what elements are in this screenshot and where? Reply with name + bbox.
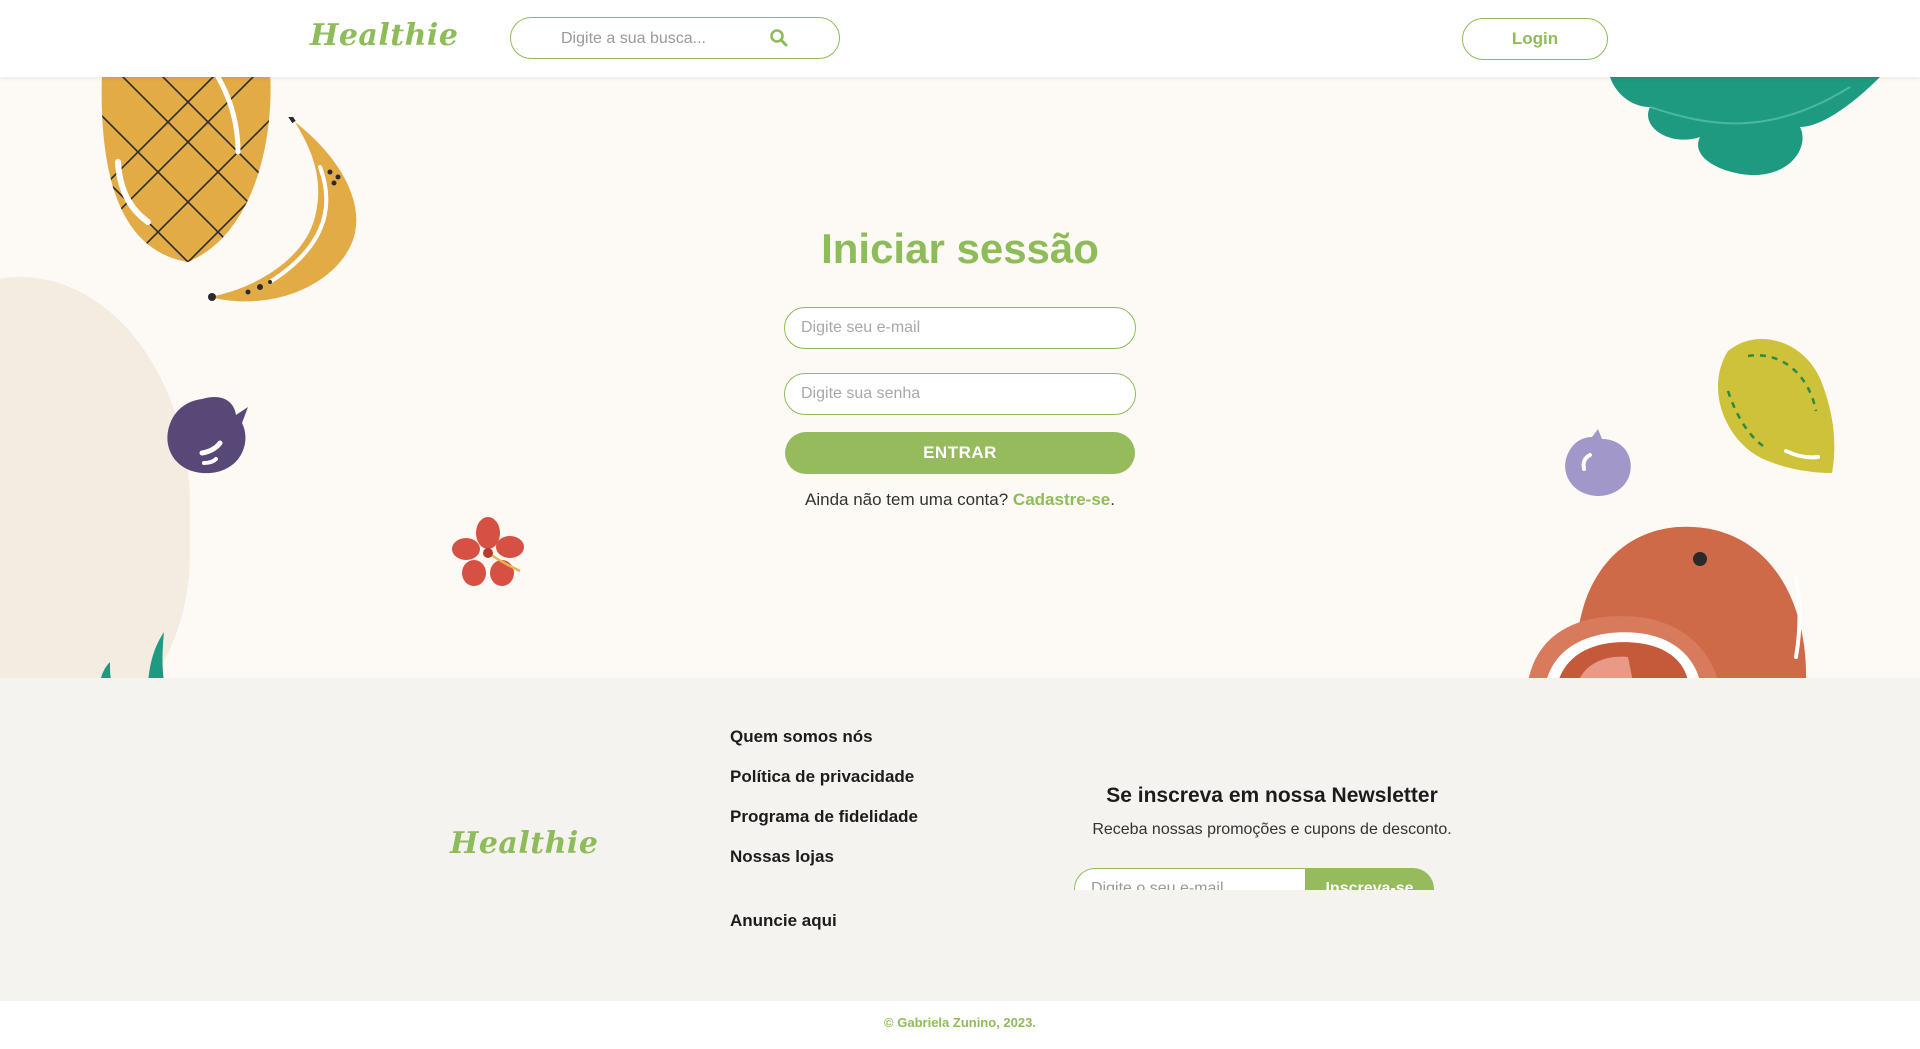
footer-link-privacy[interactable]: Política de privacidade [730,767,914,787]
banana-illustration [208,117,357,302]
grapefruit-illustration [1528,526,1806,678]
footer-link-loyalty[interactable]: Programa de fidelidade [730,807,918,827]
newsletter-email-field[interactable] [1074,868,1310,890]
footer-logo[interactable]: Healthie [450,826,598,861]
signup-suffix: . [1110,490,1115,509]
footer-link-about[interactable]: Quem somos nós [730,727,873,747]
plum-illustration [1565,429,1631,497]
site-header: Healthie Login [0,0,1920,77]
login-title: Iniciar sessão [821,225,1099,272]
footer-link-stores[interactable]: Nossas lojas [730,847,834,867]
newsletter-title: Se inscreva em nossa Newsletter [1106,784,1438,807]
signup-prompt: Ainda não tem uma conta? Cadastre-se. [700,490,1220,510]
newsletter-form: Inscreva-se [1074,868,1434,890]
login-section: Iniciar sessão ENTRAR Ainda não tem uma … [0,77,1920,678]
flower-illustration [452,517,524,586]
lemon-illustration [1717,338,1835,473]
blueberry-illustration [167,396,248,474]
email-field[interactable] [784,307,1136,349]
search-icon[interactable] [769,28,789,48]
header-logo[interactable]: Healthie [310,18,458,53]
leaf-illustration [1610,77,1880,176]
search-bar [510,17,840,59]
footer-link-advertise[interactable]: Anuncie aqui [730,911,837,931]
no-account-text: Ainda não tem uma conta? [805,490,1009,509]
newsletter-subscribe-button[interactable]: Inscreva-se [1305,868,1434,890]
grass-illustration [100,632,164,678]
enter-button[interactable]: ENTRAR [785,432,1135,474]
search-input[interactable] [559,27,763,51]
copyright-text: © Gabriela Zunino, 2023. [884,1015,1036,1030]
newsletter-subtitle: Receba nossas promoções e cupons de desc… [1092,821,1452,838]
site-footer: Healthie Quem somos nós Política de priv… [0,678,1920,1001]
password-field[interactable] [784,373,1136,415]
signup-link[interactable]: Cadastre-se [1013,490,1110,509]
login-button[interactable]: Login [1462,18,1608,60]
